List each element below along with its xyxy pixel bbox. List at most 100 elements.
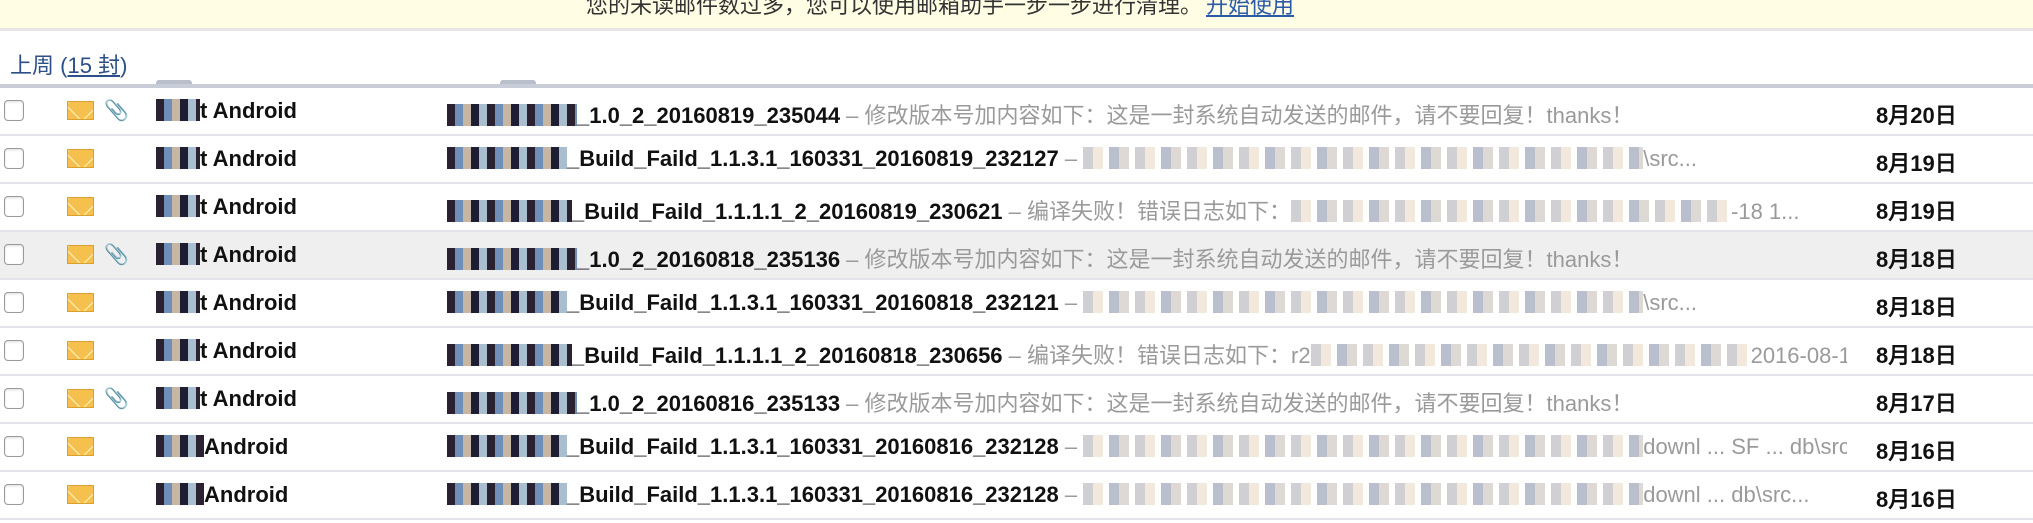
date: 8月16日 bbox=[1876, 439, 1957, 464]
subject: _Build_Faild_1.1.1.1_2_20160818_230656 bbox=[572, 343, 1003, 368]
sender: t Android bbox=[156, 242, 297, 268]
date: 8月18日 bbox=[1876, 295, 1957, 320]
redacted-block bbox=[447, 248, 577, 270]
redacted-block bbox=[156, 243, 200, 265]
group-label: 上周 bbox=[10, 53, 55, 78]
mail-row[interactable]: 📎 t Android _1.0_2_20160816_235133 – 修改版… bbox=[0, 376, 2033, 424]
envelope-icon bbox=[67, 149, 94, 168]
paperclip-icon: 📎 bbox=[104, 244, 129, 266]
redacted-block bbox=[447, 104, 577, 126]
envelope-icon bbox=[67, 245, 94, 264]
redacted-block bbox=[156, 435, 204, 457]
mail-row[interactable]: 📎 t Android _1.0_2_20160819_235044 – 修改版… bbox=[0, 88, 2033, 136]
redacted-block bbox=[156, 147, 200, 169]
checkbox-icon[interactable] bbox=[4, 436, 24, 457]
date: 8月18日 bbox=[1876, 247, 1957, 272]
sender: t Android bbox=[156, 386, 297, 412]
sender: Android bbox=[156, 434, 288, 460]
date: 8月16日 bbox=[1876, 487, 1957, 512]
mail-row[interactable]: t Android _Build_Faild_1.1.3.1_160331_20… bbox=[0, 136, 2033, 184]
redacted-block bbox=[447, 435, 567, 457]
date: 8月19日 bbox=[1876, 199, 1957, 224]
envelope-icon bbox=[67, 101, 94, 120]
redacted-block bbox=[156, 339, 200, 361]
redacted-block bbox=[156, 195, 200, 217]
subject-line[interactable]: _Build_Faild_1.1.3.1_160331_20160816_232… bbox=[447, 482, 1847, 508]
sender: t Android bbox=[156, 338, 297, 364]
mail-row[interactable]: t Android _Build_Faild_1.1.3.1_160331_20… bbox=[0, 280, 2033, 328]
redacted-block bbox=[1083, 291, 1644, 313]
snippet: – 编译失败！错误日志如下： -18 1... bbox=[1002, 199, 1800, 224]
start-using-link[interactable]: 开始使用 bbox=[1206, 0, 1294, 18]
redacted-block bbox=[1083, 147, 1644, 169]
subject-line[interactable]: _Build_Faild_1.1.3.1_160331_20160819_232… bbox=[447, 146, 1847, 172]
subject: _Build_Faild_1.1.3.1_160331_20160819_232… bbox=[567, 146, 1059, 171]
subject: _1.0_2_20160816_235133 bbox=[577, 391, 841, 416]
redacted-block bbox=[1083, 435, 1644, 457]
date: 8月19日 bbox=[1876, 151, 1957, 176]
sender: Android bbox=[156, 482, 288, 508]
envelope-icon bbox=[67, 389, 94, 408]
sender: t Android bbox=[156, 290, 297, 316]
sender: t Android bbox=[156, 194, 297, 220]
snippet: – \src... bbox=[1058, 290, 1697, 315]
subject-line[interactable]: _Build_Faild_1.1.3.1_160331_20160818_232… bbox=[447, 290, 1847, 316]
notice-banner: 您的未读邮件数过多，您可以使用邮箱助手一步一步进行清理。 开始使用 bbox=[0, 0, 2033, 31]
subject-line[interactable]: _Build_Faild_1.1.3.1_160331_20160816_232… bbox=[447, 434, 1847, 460]
group-header: 上周 (15 封) bbox=[10, 53, 128, 78]
mail-list: 📎 t Android _1.0_2_20160819_235044 – 修改版… bbox=[0, 88, 2033, 520]
snippet: – 修改版本号加内容如下：这是一封系统自动发送的邮件，请不要回复！thanks！ bbox=[840, 103, 1634, 128]
group-count-link[interactable]: 15 封 bbox=[67, 53, 120, 78]
mail-row[interactable]: 📎 t Android _1.0_2_20160818_235136 – 修改版… bbox=[0, 232, 2033, 280]
subject: _Build_Faild_1.1.3.1_160331_20160818_232… bbox=[567, 290, 1059, 315]
snippet: – downl ... SF ... db\src... bbox=[1058, 434, 1847, 459]
mail-row[interactable]: t Android _Build_Faild_1.1.1.1_2_2016081… bbox=[0, 328, 2033, 376]
sender: t Android bbox=[156, 98, 297, 124]
redacted-block bbox=[156, 291, 200, 313]
checkbox-icon[interactable] bbox=[4, 292, 24, 313]
envelope-icon bbox=[67, 293, 94, 312]
redacted-block bbox=[1310, 344, 1751, 366]
redacted-block bbox=[447, 483, 567, 505]
subject: _Build_Faild_1.1.3.1_160331_20160816_232… bbox=[567, 434, 1059, 459]
envelope-icon bbox=[67, 437, 94, 456]
snippet: – 编译失败！错误日志如下：r22016-08-18 1... bbox=[1002, 343, 1847, 368]
subject: _1.0_2_20160818_235136 bbox=[577, 247, 841, 272]
redacted-block bbox=[1083, 483, 1644, 505]
redacted-block bbox=[156, 483, 204, 505]
banner-text: 您的未读邮件数过多，您可以使用邮箱助手一步一步进行清理。 bbox=[586, 0, 1203, 18]
sender: t Android bbox=[156, 146, 297, 172]
subject-line[interactable]: _1.0_2_20160818_235136 – 修改版本号加内容如下：这是一封… bbox=[447, 242, 1847, 274]
date: 8月17日 bbox=[1876, 391, 1957, 416]
redacted-block bbox=[447, 200, 572, 222]
envelope-icon bbox=[67, 485, 94, 504]
mail-row[interactable]: Android _Build_Faild_1.1.3.1_160331_2016… bbox=[0, 424, 2033, 472]
envelope-icon bbox=[67, 197, 94, 216]
redacted-block bbox=[447, 344, 572, 366]
redacted-block bbox=[1291, 200, 1732, 222]
checkbox-icon[interactable] bbox=[4, 196, 24, 217]
redacted-block bbox=[156, 387, 200, 409]
date: 8月18日 bbox=[1876, 343, 1957, 368]
subject: _Build_Faild_1.1.1.1_2_20160819_230621 bbox=[572, 199, 1003, 224]
subject: _Build_Faild_1.1.3.1_160331_20160816_232… bbox=[567, 482, 1059, 507]
checkbox-icon[interactable] bbox=[4, 100, 24, 121]
redacted-block bbox=[447, 392, 577, 414]
checkbox-icon[interactable] bbox=[4, 388, 24, 409]
mail-row[interactable]: Android _Build_Faild_1.1.3.1_160331_2016… bbox=[0, 472, 2033, 520]
redacted-block bbox=[447, 147, 567, 169]
subject-line[interactable]: _Build_Faild_1.1.1.1_2_20160819_230621 –… bbox=[447, 194, 1847, 226]
mail-row[interactable]: t Android _Build_Faild_1.1.1.1_2_2016081… bbox=[0, 184, 2033, 232]
snippet: – downl ... db\src... bbox=[1058, 482, 1810, 507]
paperclip-icon: 📎 bbox=[104, 388, 129, 410]
checkbox-icon[interactable] bbox=[4, 340, 24, 361]
subject-line[interactable]: _1.0_2_20160816_235133 – 修改版本号加内容如下：这是一封… bbox=[447, 386, 1847, 418]
subject-line[interactable]: _Build_Faild_1.1.1.1_2_20160818_230656 –… bbox=[447, 338, 1847, 370]
snippet: – 修改版本号加内容如下：这是一封系统自动发送的邮件，请不要回复！thanks！ bbox=[840, 391, 1634, 416]
subject-line[interactable]: _1.0_2_20160819_235044 – 修改版本号加内容如下：这是一封… bbox=[447, 98, 1847, 130]
checkbox-icon[interactable] bbox=[4, 484, 24, 505]
envelope-icon bbox=[67, 341, 94, 360]
checkbox-icon[interactable] bbox=[4, 148, 24, 169]
redacted-block bbox=[447, 291, 567, 313]
checkbox-icon[interactable] bbox=[4, 244, 24, 265]
